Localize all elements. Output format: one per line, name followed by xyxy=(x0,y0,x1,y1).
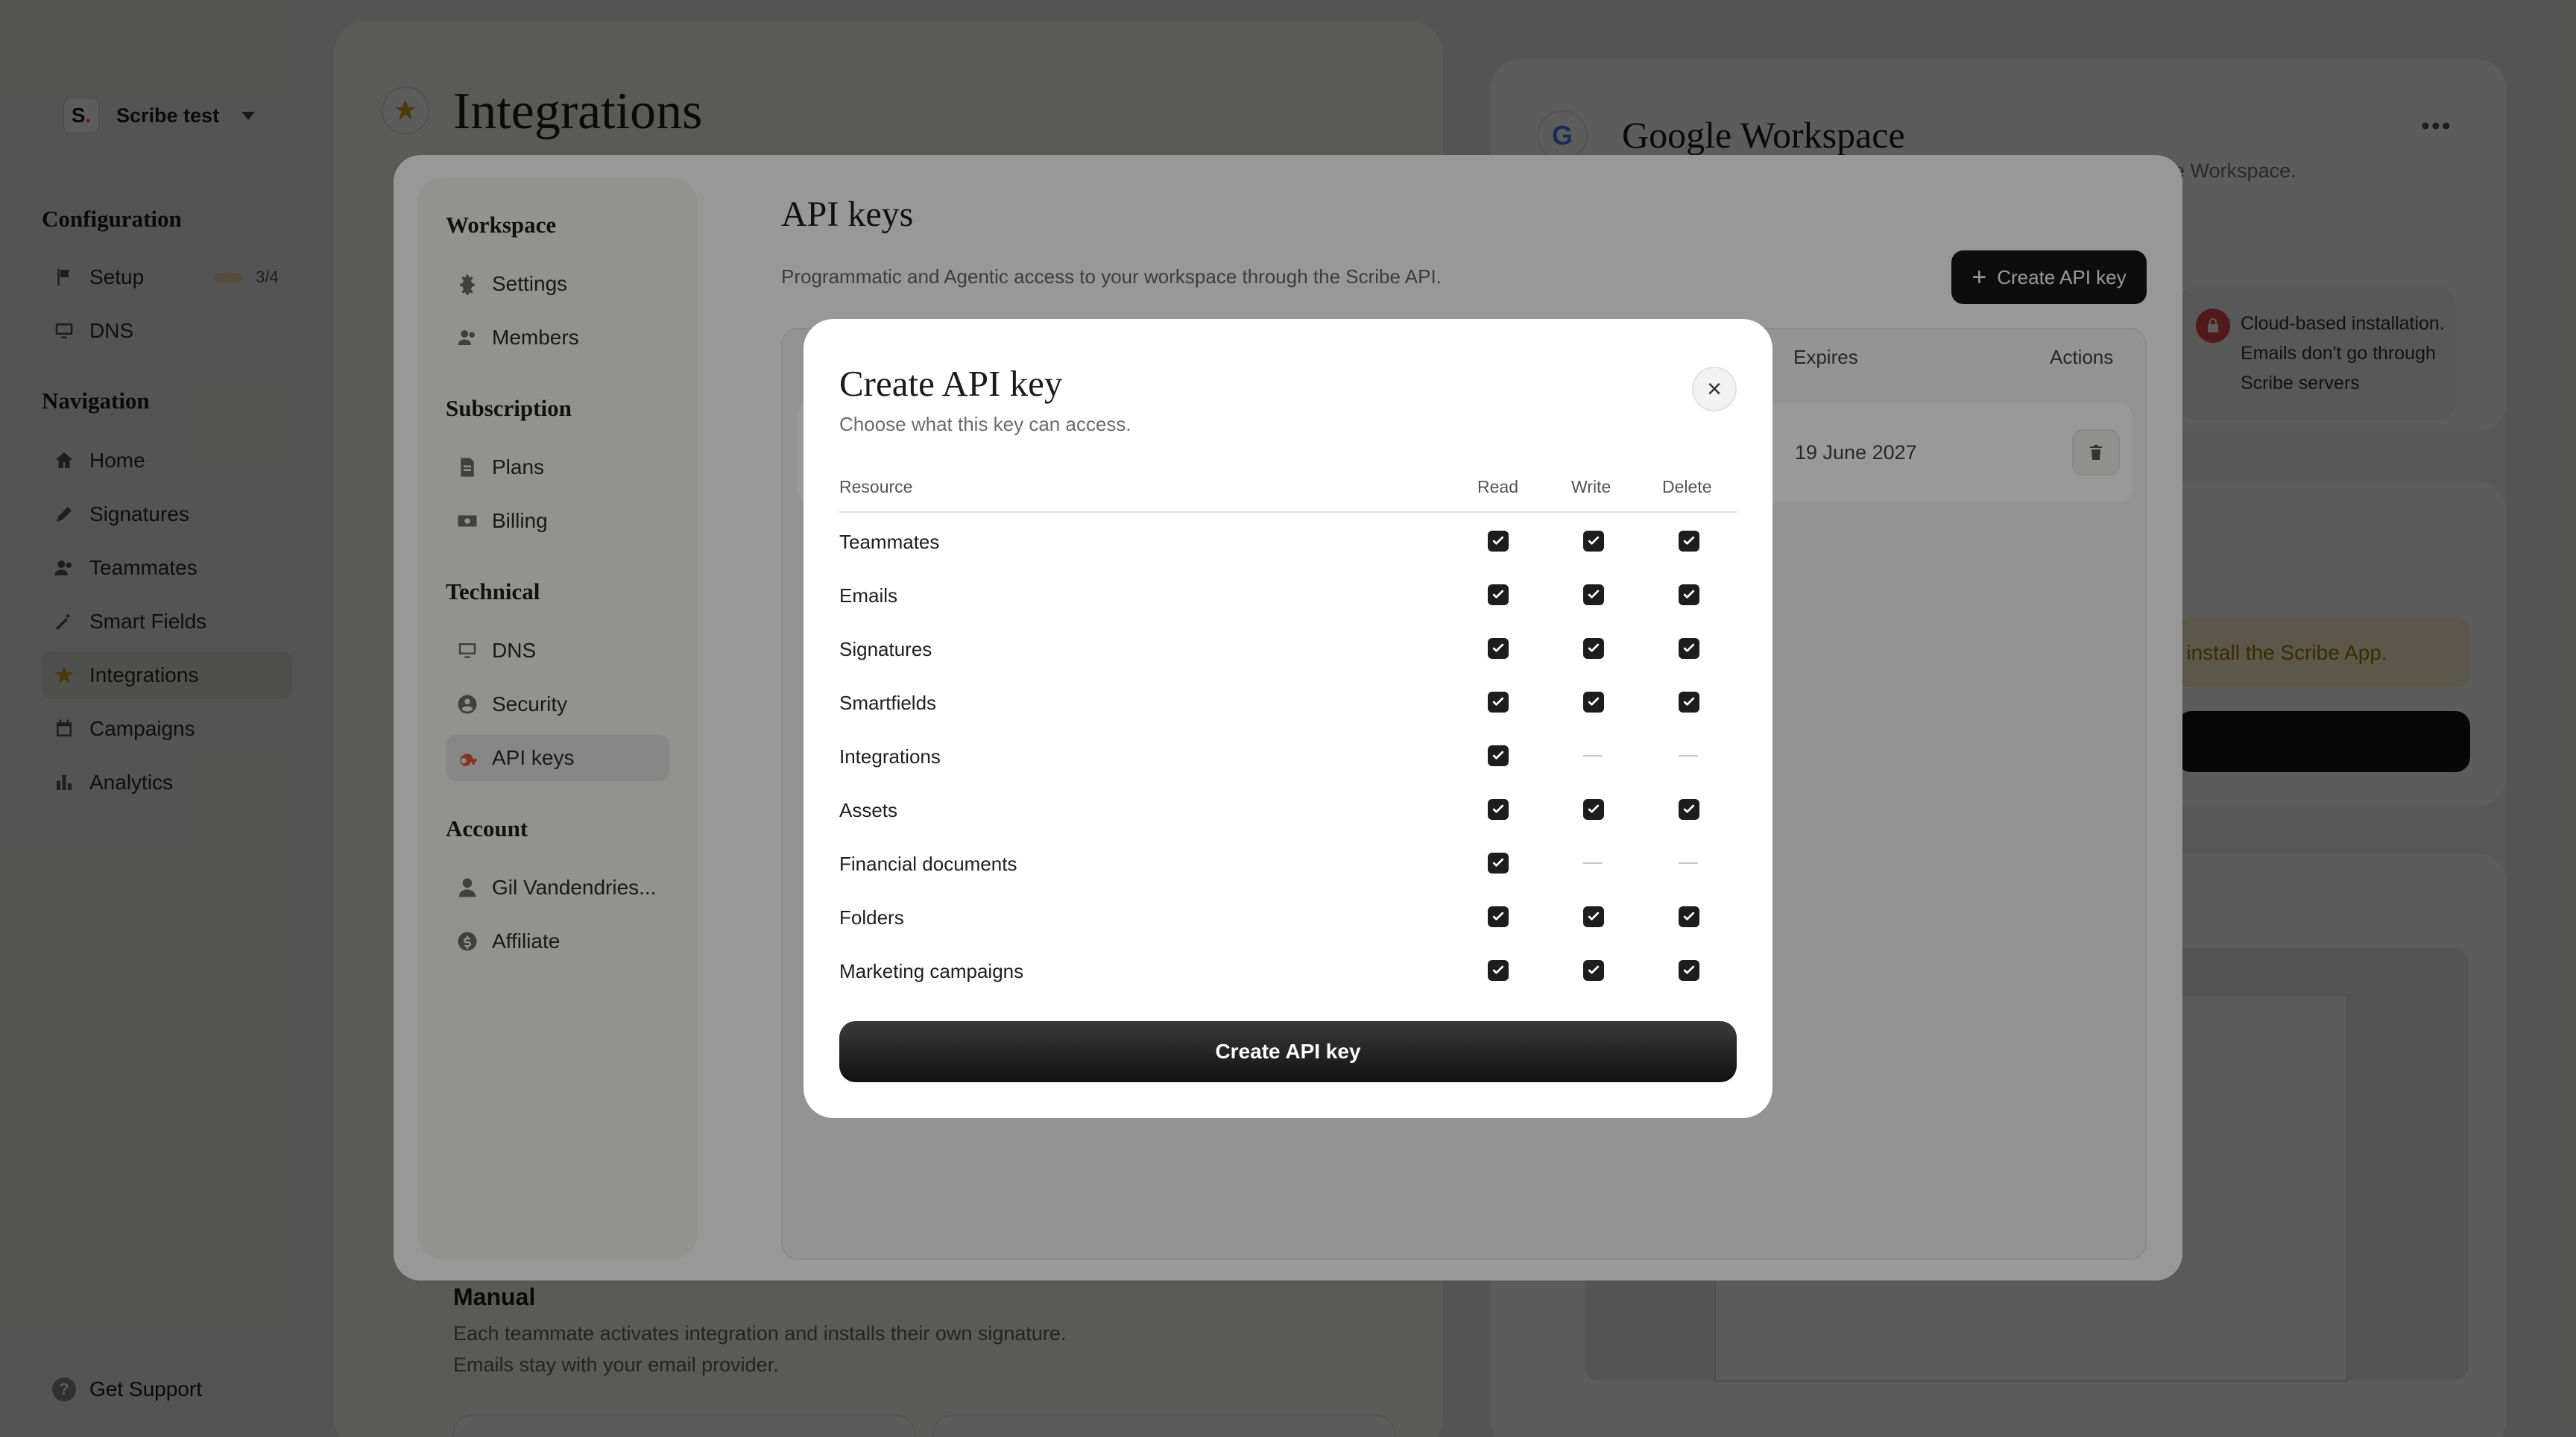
permission-row-integrations: Integrations xyxy=(839,729,1737,783)
checkmark-icon xyxy=(1588,697,1600,706)
column-header-write: Write xyxy=(1571,477,1611,496)
permission-row-folders: Folders xyxy=(839,890,1737,944)
delete-checkbox[interactable] xyxy=(1679,799,1699,820)
write-checkbox[interactable] xyxy=(1583,531,1604,552)
permission-row-assets: Assets xyxy=(839,783,1737,836)
write-checkbox[interactable] xyxy=(1583,960,1604,981)
resource-label: Integrations xyxy=(839,745,941,768)
resource-label: Smartfields xyxy=(839,692,937,714)
write-not-applicable xyxy=(1583,862,1603,864)
dialog-subtitle: Choose what this key can access. xyxy=(839,413,1131,435)
dialog-title: Create API key xyxy=(839,363,1063,404)
checkmark-icon xyxy=(1492,804,1504,813)
permission-row-smartfields: Smartfields xyxy=(839,675,1737,729)
write-checkbox[interactable] xyxy=(1583,906,1604,927)
column-header-resource: Resource xyxy=(839,477,913,496)
delete-checkbox[interactable] xyxy=(1679,906,1699,927)
permission-row-financial-documents: Financial documents xyxy=(839,836,1737,890)
read-checkbox[interactable] xyxy=(1488,638,1509,659)
checkmark-icon xyxy=(1683,643,1695,652)
close-icon: × xyxy=(1707,374,1722,403)
permission-row-teammates: Teammates xyxy=(839,514,1737,568)
resource-label: Teammates xyxy=(839,531,940,553)
column-header-read: Read xyxy=(1477,477,1518,496)
read-checkbox[interactable] xyxy=(1488,692,1509,713)
read-checkbox[interactable] xyxy=(1488,531,1509,552)
delete-checkbox[interactable] xyxy=(1679,584,1699,605)
write-checkbox[interactable] xyxy=(1583,692,1604,713)
delete-checkbox[interactable] xyxy=(1679,531,1699,552)
checkmark-icon xyxy=(1683,965,1695,974)
read-checkbox[interactable] xyxy=(1488,960,1509,981)
column-header-delete: Delete xyxy=(1662,477,1712,496)
permission-row-marketing-campaigns: Marketing campaigns xyxy=(839,944,1737,997)
checkmark-icon xyxy=(1588,643,1600,652)
header-divider xyxy=(839,511,1737,513)
write-checkbox[interactable] xyxy=(1583,638,1604,659)
checkmark-icon xyxy=(1588,590,1600,599)
checkmark-icon xyxy=(1492,643,1504,652)
checkmark-icon xyxy=(1492,590,1504,599)
checkmark-icon xyxy=(1683,804,1695,813)
checkmark-icon xyxy=(1588,804,1600,813)
checkmark-icon xyxy=(1492,697,1504,706)
delete-not-applicable xyxy=(1679,862,1698,864)
checkmark-icon xyxy=(1683,536,1695,545)
read-checkbox[interactable] xyxy=(1488,745,1509,766)
close-button[interactable]: × xyxy=(1692,367,1737,411)
write-checkbox[interactable] xyxy=(1583,799,1604,820)
checkmark-icon xyxy=(1683,697,1695,706)
resource-label: Signatures xyxy=(839,638,932,660)
read-checkbox[interactable] xyxy=(1488,906,1509,927)
permission-row-emails: Emails xyxy=(839,568,1737,622)
checkmark-icon xyxy=(1588,912,1600,920)
resource-label: Emails xyxy=(839,584,898,607)
write-checkbox[interactable] xyxy=(1583,584,1604,605)
read-checkbox[interactable] xyxy=(1488,799,1509,820)
resource-label: Financial documents xyxy=(839,853,1017,875)
resource-label: Folders xyxy=(839,906,904,929)
checkmark-icon xyxy=(1588,965,1600,974)
checkmark-icon xyxy=(1683,590,1695,599)
checkmark-icon xyxy=(1683,912,1695,920)
submit-create-api-key-button[interactable]: Create API key xyxy=(839,1021,1737,1082)
checkmark-icon xyxy=(1492,751,1504,759)
delete-checkbox[interactable] xyxy=(1679,960,1699,981)
checkmark-icon xyxy=(1588,536,1600,545)
resource-label: Assets xyxy=(839,799,898,821)
read-checkbox[interactable] xyxy=(1488,853,1509,874)
checkmark-icon xyxy=(1492,912,1504,920)
permission-row-signatures: Signatures xyxy=(839,622,1737,675)
delete-not-applicable xyxy=(1679,755,1698,757)
checkmark-icon xyxy=(1492,965,1504,974)
write-not-applicable xyxy=(1583,755,1603,757)
checkmark-icon xyxy=(1492,858,1504,867)
delete-checkbox[interactable] xyxy=(1679,638,1699,659)
read-checkbox[interactable] xyxy=(1488,584,1509,605)
delete-checkbox[interactable] xyxy=(1679,692,1699,713)
checkmark-icon xyxy=(1492,536,1504,545)
resource-label: Marketing campaigns xyxy=(839,960,1024,982)
